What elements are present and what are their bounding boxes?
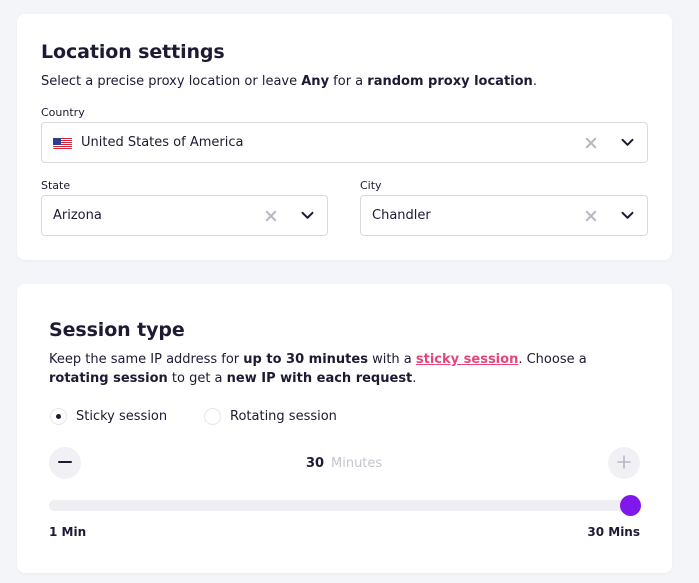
state-value: Arizona [53,208,102,223]
rotating-session-option[interactable]: Rotating session [204,408,337,425]
country-label: Country [41,106,85,119]
plus-icon [617,454,631,473]
sticky-session-radio[interactable] [50,408,67,425]
duration-unit: Minutes [331,456,383,471]
country-clear-icon[interactable] [584,136,598,150]
chevron-down-icon[interactable] [620,209,634,223]
country-value: United States of America [81,135,244,150]
rotating-session-label: Rotating session [230,409,337,424]
country-select[interactable]: United States of America [41,122,648,163]
city-select[interactable]: Chandler [360,195,648,236]
chevron-down-icon[interactable] [300,209,314,223]
sticky-session-option[interactable]: Sticky session [50,408,167,425]
state-clear-icon[interactable] [264,209,278,223]
sticky-session-label: Sticky session [76,409,168,424]
duration-slider-thumb[interactable] [620,495,641,516]
session-type-title: Session type [49,319,185,341]
us-flag-icon [53,136,72,149]
sticky-session-link[interactable]: sticky session [416,352,518,367]
minus-icon [58,454,72,473]
city-label: City [360,179,382,192]
slider-min-label: 1 Min [49,525,87,539]
duration-slider-track[interactable] [49,500,639,511]
rotating-session-radio[interactable] [204,408,221,425]
duration-value: 30 [306,456,325,471]
location-settings-title: Location settings [41,41,225,63]
city-value: Chandler [372,208,431,223]
slider-max-label: 30 Mins [587,525,640,539]
state-label: State [41,179,71,192]
location-settings-description: Select a precise proxy location or leave… [41,74,537,89]
location-settings-card: Location settings Select a precise proxy… [17,14,672,260]
city-clear-icon[interactable] [584,209,598,223]
increment-button[interactable] [608,447,640,479]
decrement-button[interactable] [49,447,81,479]
chevron-down-icon[interactable] [620,136,634,150]
session-type-card: Session type Keep the same IP address fo… [17,284,672,573]
state-select[interactable]: Arizona [41,195,328,236]
session-type-description: Keep the same IP address for up to 30 mi… [49,352,587,386]
